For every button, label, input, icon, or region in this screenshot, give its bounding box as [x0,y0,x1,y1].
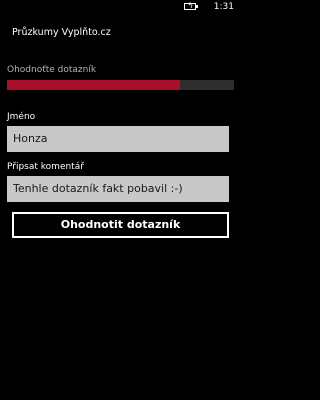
rate-survey-button[interactable]: Ohodnotit dotazník [12,212,229,238]
name-field[interactable]: Honza [7,126,229,152]
clock: 1:31 [213,2,234,12]
app-title: Průzkumy Vyplňto.cz [12,27,111,38]
comment-field[interactable]: Tenhle dotazník fakt pobavil :-) [7,176,229,202]
name-label: Jméno [7,112,36,122]
status-bar: ϟ 1:31 [0,0,240,14]
rating-progress-fill [7,80,180,90]
rating-progress-bar [7,80,234,90]
battery-charging-icon: ϟ [184,1,198,10]
progress-label: Ohodnoťte dotazník [7,65,97,75]
comment-label: Připsat komentář [7,162,84,172]
